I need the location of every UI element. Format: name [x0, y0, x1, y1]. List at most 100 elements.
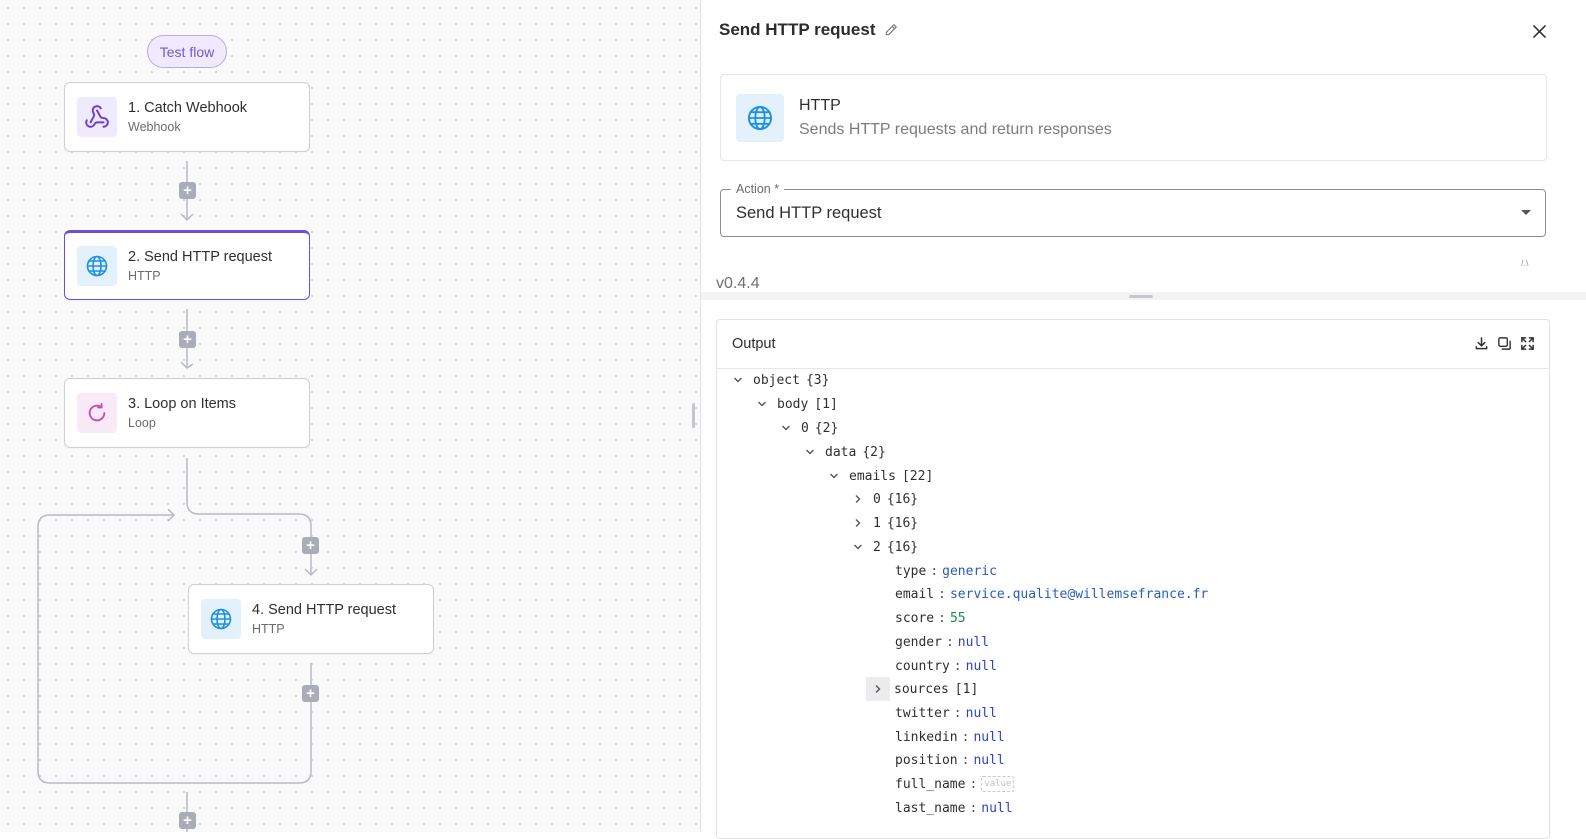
tree-field-type[interactable]: type: generic: [895, 560, 997, 582]
tree-count: {2}: [862, 444, 886, 460]
globe-icon: [77, 246, 117, 286]
node-title: 3. Loop on Items: [128, 396, 237, 412]
tree-key: sources: [894, 681, 949, 697]
tree-key: gender: [895, 634, 942, 650]
chevron-right-icon[interactable]: [866, 677, 890, 701]
node-title: 4. Send HTTP request: [252, 602, 397, 618]
tree-count: {3}: [805, 372, 830, 388]
tree-key: 1: [873, 515, 881, 531]
tree-key: last_name: [895, 800, 966, 816]
tree-node-object[interactable]: object {3}: [731, 369, 829, 391]
flow-node-catch-webhook[interactable]: 1. Catch Webhook Webhook: [64, 82, 310, 152]
tree-key: country: [895, 658, 950, 674]
tree-key: linkedin: [895, 729, 958, 745]
action-select-value: Send HTTP request: [736, 203, 882, 222]
splitter-handle[interactable]: [1129, 295, 1153, 298]
add-step-button[interactable]: +: [179, 331, 196, 348]
tree-field-email[interactable]: email: service.qualite@willemsefrance.fr: [895, 583, 1208, 605]
output-panel: Output object {3} body [1] 0 {2} data {2…: [716, 319, 1550, 839]
tree-node-email-0[interactable]: 0 {16}: [851, 488, 918, 510]
tree-field-twitter[interactable]: twitter: null: [895, 702, 997, 724]
tree-empty-value: value: [981, 776, 1015, 792]
piece-description: Sends HTTP requests and return responses: [799, 120, 1112, 138]
piece-version: v0.4.4: [716, 275, 760, 292]
action-select[interactable]: Send HTTP request: [720, 189, 1546, 237]
flow-node-send-http-request-2[interactable]: 2. Send HTTP request HTTP: [64, 230, 310, 300]
chevron-down-icon[interactable]: [731, 373, 745, 387]
test-flow-button[interactable]: Test flow: [147, 35, 227, 68]
chevron-down-icon[interactable]: [779, 421, 793, 435]
tree-field-linkedin[interactable]: linkedin: null: [895, 726, 1005, 748]
tree-value: service.qualite@willemsefrance.fr: [949, 586, 1209, 602]
caret-down-icon: [1521, 210, 1531, 215]
tree-field-full-name[interactable]: full_name: value: [895, 773, 1015, 795]
output-title: Output: [732, 336, 776, 352]
chevron-right-icon[interactable]: [851, 492, 865, 506]
tree-count: [1]: [814, 396, 838, 412]
add-step-button[interactable]: +: [179, 812, 196, 829]
node-subtitle: HTTP: [252, 622, 285, 636]
globe-icon: [736, 93, 784, 142]
webhook-icon: [77, 97, 117, 137]
chevron-down-icon[interactable]: [755, 397, 769, 411]
copy-icon[interactable]: [1497, 336, 1512, 351]
tree-value: null: [957, 634, 990, 650]
tree-key: 0: [873, 491, 881, 507]
tree-key: full_name: [895, 776, 966, 792]
collapse-indicator: /.\: [1521, 258, 1529, 268]
tree-node-body[interactable]: body [1]: [755, 393, 838, 415]
node-title: 2. Send HTTP request: [128, 249, 273, 265]
tree-key: emails: [849, 468, 896, 484]
chevron-down-icon[interactable]: [827, 469, 841, 483]
chevron-down-icon[interactable]: [803, 445, 817, 459]
tree-field-country[interactable]: country: null: [895, 655, 997, 677]
tree-value: 55: [949, 610, 966, 626]
add-step-button[interactable]: +: [302, 537, 319, 554]
close-icon[interactable]: [1530, 22, 1548, 40]
expand-icon[interactable]: [1520, 336, 1535, 351]
node-subtitle: Loop: [128, 416, 156, 430]
tree-key: score: [895, 610, 935, 626]
tree-field-position[interactable]: position: null: [895, 749, 1005, 771]
chevron-down-icon[interactable]: [851, 540, 865, 554]
tree-node-sources[interactable]: sources [1]: [866, 677, 978, 701]
tree-node-email-1[interactable]: 1 {16}: [851, 512, 918, 534]
piece-name: HTTP: [799, 96, 841, 114]
node-subtitle: Webhook: [128, 120, 181, 134]
tree-node-email-2[interactable]: 2 {16}: [851, 536, 918, 558]
chevron-right-icon[interactable]: [851, 516, 865, 530]
tree-key: position: [895, 752, 958, 768]
add-step-button[interactable]: +: [179, 182, 196, 199]
tree-node-body-0[interactable]: 0 {2}: [779, 417, 838, 439]
loop-icon: [77, 393, 117, 433]
pencil-icon[interactable]: [884, 23, 898, 37]
tree-count: {16}: [886, 515, 919, 531]
tree-field-score[interactable]: score: 55: [895, 607, 966, 629]
tree-key: email: [895, 586, 935, 602]
tree-count: {16}: [886, 491, 919, 507]
tree-key: 2: [873, 539, 881, 555]
add-step-button[interactable]: +: [302, 685, 319, 702]
tree-key: 0: [801, 420, 809, 436]
step-settings-panel: Send HTTP request HTTP Sends HTTP reques…: [701, 0, 1586, 839]
tree-count: {2}: [814, 420, 839, 436]
tree-count: {16}: [886, 539, 919, 555]
tree-key: body: [777, 396, 809, 412]
tree-field-gender[interactable]: gender: null: [895, 631, 989, 653]
tree-field-last-name[interactable]: last_name: null: [895, 797, 1013, 819]
tree-node-emails[interactable]: emails [22]: [827, 465, 933, 487]
step-title: Send HTTP request: [719, 20, 876, 39]
tree-count: [22]: [901, 468, 934, 484]
tree-value: null: [965, 658, 997, 674]
tree-value: null: [965, 705, 997, 721]
tree-key: data: [825, 444, 857, 460]
piece-info-card: HTTP Sends HTTP requests and return resp…: [720, 74, 1547, 161]
download-icon[interactable]: [1474, 336, 1489, 351]
flow-canvas[interactable]: Test flow 1. Catch Webhook Webhook + 2. …: [0, 0, 700, 832]
tree-node-data[interactable]: data {2}: [803, 441, 886, 463]
resize-handle[interactable]: [692, 403, 695, 428]
tree-key: twitter: [895, 705, 950, 721]
panel-header: Send HTTP request: [719, 20, 898, 40]
flow-node-send-http-request-4[interactable]: 4. Send HTTP request HTTP: [188, 584, 434, 654]
flow-node-loop-on-items[interactable]: 3. Loop on Items Loop: [64, 378, 310, 448]
